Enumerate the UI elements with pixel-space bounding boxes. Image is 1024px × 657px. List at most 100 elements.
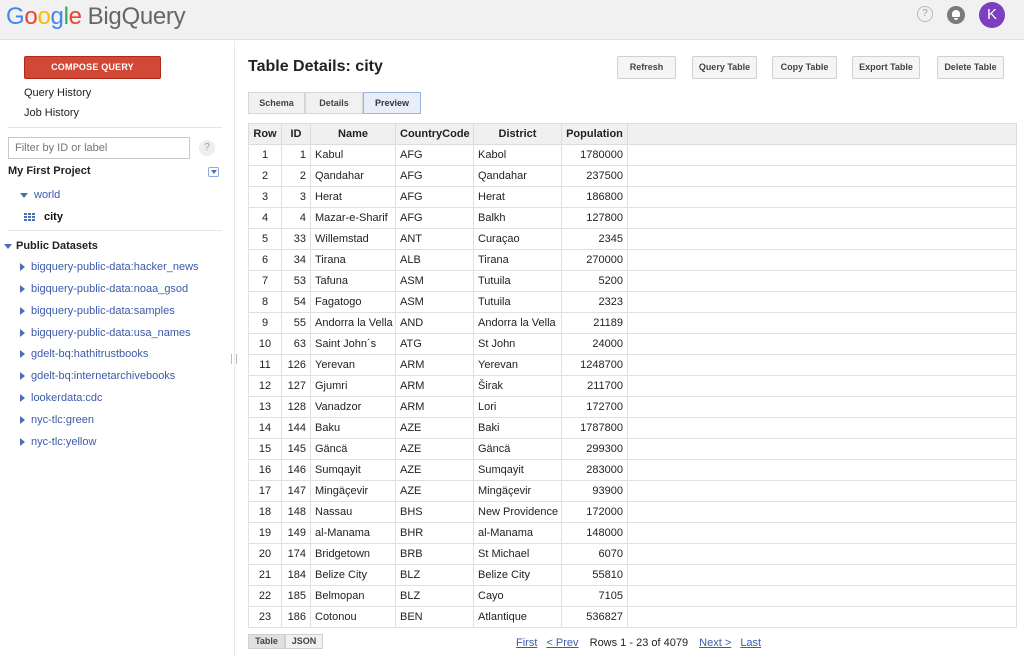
- compose-query-button[interactable]: COMPOSE QUERY: [24, 56, 161, 79]
- table-row: 19 149 al-Manama BHR al-Manama 148000: [248, 522, 1017, 544]
- public-dataset-item[interactable]: nyc-tlc:green: [20, 414, 94, 426]
- table-cell: Willemstad: [310, 228, 396, 250]
- delete-table-button[interactable]: Delete Table: [937, 56, 1004, 79]
- pager-prev-link[interactable]: < Prev: [546, 637, 578, 649]
- public-dataset-item[interactable]: bigquery-public-data:hacker_news: [20, 261, 199, 273]
- table-cell: Kabul: [310, 144, 396, 166]
- table-cell: Bridgetown: [310, 543, 396, 565]
- triangle-right-icon[interactable]: [20, 329, 25, 338]
- table-cell: Cotonou: [310, 606, 396, 628]
- pager-first-link[interactable]: First: [516, 637, 537, 649]
- dataset-world[interactable]: world: [20, 189, 60, 201]
- table-city[interactable]: city: [24, 211, 63, 223]
- table-cell: AZE: [395, 438, 474, 460]
- table-cell: 4: [248, 207, 282, 229]
- table-cell: 20: [248, 543, 282, 565]
- column-header: Row: [248, 123, 282, 145]
- view-tab-table[interactable]: Table: [248, 634, 285, 649]
- table-cell: Tutuila: [473, 291, 562, 313]
- export-table-button[interactable]: Export Table: [852, 56, 920, 79]
- triangle-down-icon[interactable]: [4, 243, 12, 249]
- table-cell: 6070: [561, 543, 628, 565]
- table-cell: 148000: [561, 522, 628, 544]
- table-cell: 17: [248, 480, 282, 502]
- query-history-link[interactable]: Query History: [24, 87, 91, 99]
- table-row: 7 53 Tafuna ASM Tutuila 5200: [248, 270, 1017, 292]
- table-cell-filler: [627, 501, 1017, 523]
- triangle-right-icon[interactable]: [20, 350, 25, 359]
- resize-grip-icon[interactable]: [231, 354, 237, 364]
- table-cell-filler: [627, 354, 1017, 376]
- table-cell: 14: [248, 417, 282, 439]
- column-header: District: [473, 123, 562, 145]
- table-cell-filler: [627, 270, 1017, 292]
- public-dataset-item[interactable]: nyc-tlc:yellow: [20, 436, 96, 448]
- table-cell: Nassau: [310, 501, 396, 523]
- table-cell: 13: [248, 396, 282, 418]
- sidebar: COMPOSE QUERY Query History Job History …: [0, 41, 230, 657]
- table-cell: 149: [281, 522, 311, 544]
- triangle-right-icon[interactable]: [20, 438, 25, 447]
- table-cell: Andorra la Vella: [473, 312, 562, 334]
- table-cell: 1: [248, 144, 282, 166]
- public-dataset-item[interactable]: lookerdata:cdc: [20, 392, 103, 404]
- table-cell: Balkh: [473, 207, 562, 229]
- avatar[interactable]: K: [979, 2, 1005, 28]
- view-tab-json[interactable]: JSON: [285, 634, 323, 649]
- table-cell: 186: [281, 606, 311, 628]
- triangle-right-icon[interactable]: [20, 372, 25, 381]
- table-cell: 7105: [561, 585, 628, 607]
- table-cell-filler: [627, 333, 1017, 355]
- table-cell: 127800: [561, 207, 628, 229]
- triangle-right-icon[interactable]: [20, 307, 25, 316]
- help-icon[interactable]: ?: [917, 6, 933, 22]
- triangle-down-icon[interactable]: [20, 192, 28, 198]
- public-dataset-item[interactable]: gdelt-bq:hathitrustbooks: [20, 348, 148, 360]
- table-cell: 93900: [561, 480, 628, 502]
- triangle-right-icon[interactable]: [20, 285, 25, 294]
- pager-last-link[interactable]: Last: [740, 637, 761, 649]
- table-body: 1 1 Kabul AFG Kabol 1780000 2 2 Qandahar AFG Qanda…: [248, 144, 1017, 628]
- table-cell: 2323: [561, 291, 628, 313]
- bigquery-logo[interactable]: Google BigQuery: [6, 3, 186, 31]
- table-cell: 172700: [561, 396, 628, 418]
- table-cell: al-Manama: [473, 522, 562, 544]
- public-dataset-item[interactable]: gdelt-bq:internetarchivebooks: [20, 370, 175, 382]
- public-dataset-item[interactable]: bigquery-public-data:noaa_gsod: [20, 283, 188, 295]
- copy-table-button[interactable]: Copy Table: [772, 56, 837, 79]
- public-dataset-item[interactable]: bigquery-public-data:samples: [20, 305, 175, 317]
- table-cell: AZE: [395, 459, 474, 481]
- triangle-right-icon[interactable]: [20, 263, 25, 272]
- triangle-right-icon[interactable]: [20, 394, 25, 403]
- filter-help-icon[interactable]: ?: [199, 140, 215, 156]
- public-dataset-item[interactable]: bigquery-public-data:usa_names: [20, 327, 191, 339]
- table-cell-filler: [627, 480, 1017, 502]
- tab-details[interactable]: Details: [305, 92, 363, 114]
- notifications-bell-icon[interactable]: [947, 6, 965, 24]
- column-header-filler: [627, 123, 1017, 145]
- project-menu-dropdown-icon[interactable]: [208, 167, 219, 177]
- table-cell: 8: [248, 291, 282, 313]
- table-cell-filler: [627, 585, 1017, 607]
- pager-next-link[interactable]: Next >: [699, 637, 731, 649]
- table-cell: 7: [248, 270, 282, 292]
- table-cell: Širak: [473, 375, 562, 397]
- panel-splitter[interactable]: [234, 41, 235, 657]
- table-cell: Curaçao: [473, 228, 562, 250]
- refresh-button[interactable]: Refresh: [617, 56, 676, 79]
- page-title: Table Details: city: [248, 58, 383, 75]
- tab-schema[interactable]: Schema: [248, 92, 305, 114]
- table-cell: BLZ: [395, 564, 474, 586]
- table-cell-filler: [627, 186, 1017, 208]
- table-cell: ARM: [395, 375, 474, 397]
- tab-preview[interactable]: Preview: [363, 92, 421, 114]
- filter-input[interactable]: [8, 137, 190, 159]
- query-table-button[interactable]: Query Table: [692, 56, 757, 79]
- table-cell: BLZ: [395, 585, 474, 607]
- job-history-link[interactable]: Job History: [24, 107, 79, 119]
- table-cell: Andorra la Vella: [310, 312, 396, 334]
- project-name[interactable]: My First Project: [8, 165, 91, 177]
- triangle-right-icon[interactable]: [20, 416, 25, 425]
- table-cell: St John: [473, 333, 562, 355]
- public-datasets-header[interactable]: Public Datasets: [4, 240, 98, 252]
